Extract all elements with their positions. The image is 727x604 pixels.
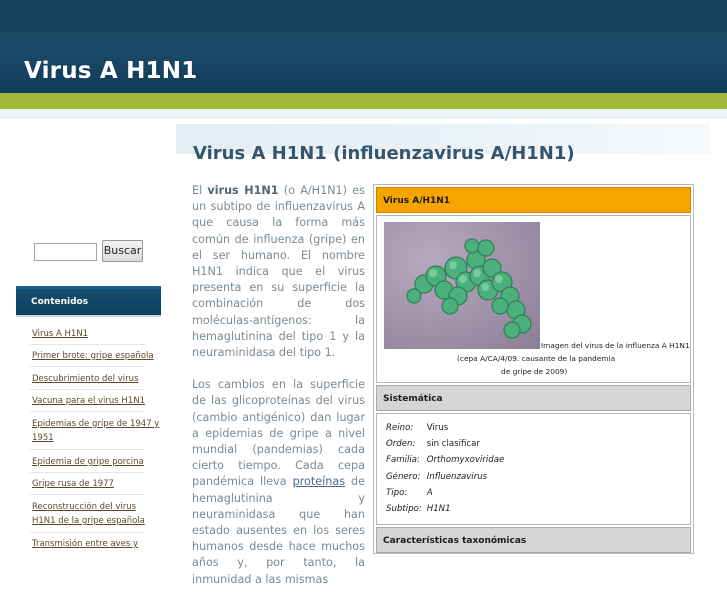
menu-divider	[30, 494, 145, 495]
virus-particles-graphic	[406, 238, 532, 339]
sidebar-menu-title: Contenidos	[31, 297, 89, 307]
sidebar-menu-underline	[16, 315, 161, 317]
image-caption-line2: (cepa A/CA/4/09. causante de la pandemia	[457, 354, 616, 363]
infobox-section-characteristics: Características taxonómicas	[376, 527, 691, 553]
page-title: Virus A H1N1 (influenzavirus A/H1N1)	[193, 143, 575, 164]
infobox: Virus A/H1N1 Imagen del virus de la infl…	[373, 184, 694, 554]
taxonomy-row: Género: Influenzavirus	[386, 472, 487, 482]
article-body: El virus H1N1 (o A/H1N1) es un subtipo d…	[192, 183, 365, 604]
infobox-taxonomy-cell: Reino: Virus Orden: sin clasificar Famil…	[376, 413, 691, 525]
search-input[interactable]	[34, 243, 97, 261]
menu-divider	[30, 411, 145, 412]
sidebar-item-virus-a-h1n1[interactable]: Virus A H1N1	[32, 328, 88, 341]
taxonomy-row: Familia: Orthomyxoviridae	[386, 455, 504, 465]
virus-micrograph-image	[384, 222, 540, 349]
sidebar-item-reconstruccion-line2[interactable]: H1N1 de la gripe española	[32, 515, 145, 528]
taxonomy-row: Subtipo: H1N1	[386, 504, 451, 514]
sidebar-item-gripe-rusa[interactable]: Gripe rusa de 1977	[32, 478, 114, 491]
taxonomy-key: Reino:	[386, 423, 414, 433]
sidebar-item-epidemias-1947-line2[interactable]: 1951	[32, 432, 54, 445]
article-paragraph: Los cambios en la superficie de las glic…	[192, 377, 365, 588]
taxonomy-row: Reino: Virus	[386, 423, 448, 433]
header-pale-band	[0, 109, 727, 119]
taxonomy-key: Género:	[386, 472, 421, 482]
sidebar-item-epidemias-1947-line1[interactable]: Epidemias de gripe de 1947 y	[32, 418, 159, 431]
header-accent-band	[0, 93, 727, 109]
taxonomy-row: Orden: sin clasificar	[386, 439, 480, 449]
menu-divider	[30, 389, 145, 390]
taxonomy-value: A	[426, 488, 433, 498]
article-paragraph: El virus H1N1 (o A/H1N1) es un subtipo d…	[192, 183, 365, 361]
taxonomy-key: Tipo:	[386, 488, 408, 498]
bold-term: virus H1N1	[207, 184, 279, 197]
menu-divider	[30, 366, 145, 367]
infobox-title: Virus A/H1N1	[376, 187, 691, 213]
infobox-image-cell: Imagen del virus de la influenza A H1N1 …	[376, 215, 691, 383]
text-span: de hemaglutinina y neuraminidasa que han…	[192, 475, 365, 586]
text-span: El	[192, 184, 208, 197]
infobox-section-taxonomy: Sistemática	[376, 385, 691, 411]
taxonomy-value: H1N1	[426, 504, 451, 514]
sidebar-item-gripe-porcina[interactable]: Epidemia de gripe porcina	[32, 456, 144, 469]
image-caption-line1: Imagen del virus de la influenza A H1N1	[541, 341, 690, 350]
text-span: Los cambios en la superficie de las glic…	[192, 378, 365, 489]
sidebar-item-vacuna[interactable]: Vacuna para el virus H1N1	[32, 395, 145, 408]
taxonomy-key: Orden:	[386, 439, 416, 449]
taxonomy-value: Influenzavirus	[426, 472, 488, 482]
taxonomy-key: Subtipo:	[386, 504, 422, 514]
taxonomy-value: Virus	[426, 423, 449, 433]
menu-divider	[30, 532, 145, 533]
search-button[interactable]: Buscar	[102, 240, 143, 262]
sidebar-menu-header: Contenidos	[16, 286, 161, 315]
text-span: (o A/H1N1) es un subtipo de influenzavir…	[192, 184, 365, 360]
menu-divider	[30, 344, 145, 345]
site-title[interactable]: Virus A H1N1	[24, 58, 197, 84]
proteinas-link[interactable]: proteínas	[293, 475, 345, 488]
site-header: Virus A H1N1	[0, 0, 727, 93]
sidebar-item-descubrimiento[interactable]: Descubrimiento del virus	[32, 373, 138, 386]
menu-divider	[30, 449, 145, 450]
taxonomy-value: sin clasificar	[426, 439, 480, 449]
image-caption-line3: de gripe de 2009)	[501, 367, 568, 376]
taxonomy-row: Tipo: A	[386, 488, 433, 498]
sidebar-item-primer-brote[interactable]: Primer brote: gripe española	[32, 350, 154, 363]
menu-divider	[30, 472, 145, 473]
sidebar-item-reconstruccion-line1[interactable]: Reconstrucción del virus	[32, 501, 136, 514]
taxonomy-key: Familia:	[386, 455, 420, 465]
taxonomy-value: Orthomyxoviridae	[426, 455, 505, 465]
